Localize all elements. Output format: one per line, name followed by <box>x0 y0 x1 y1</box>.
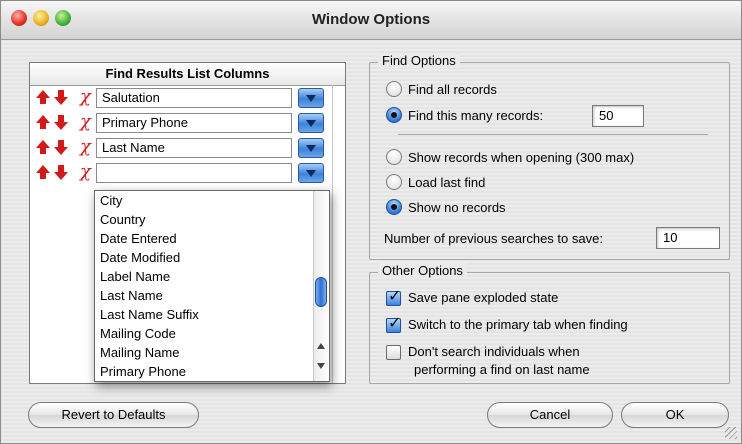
prev-searches-label: Number of previous searches to save: <box>384 231 603 246</box>
window-title: Window Options <box>311 11 431 28</box>
move-down-arrow-icon[interactable] <box>54 115 68 130</box>
find-all-label: Find all records <box>408 82 497 97</box>
revert-to-defaults-button[interactable]: Revert to Defaults <box>28 402 199 428</box>
remove-x-icon[interactable]: χ <box>80 136 91 157</box>
dropdown-item[interactable]: City <box>100 191 122 210</box>
column-row: χ <box>32 161 332 184</box>
dropdown-item[interactable]: Last Name <box>100 286 163 305</box>
move-down-arrow-icon[interactable] <box>54 90 68 105</box>
switch-tab-label: Switch to the primary tab when finding <box>408 317 628 332</box>
other-options-title: Other Options <box>378 263 467 278</box>
prev-searches-input[interactable]: 10 <box>656 227 720 249</box>
move-up-arrow-icon[interactable] <box>36 115 50 129</box>
dont-search-checkbox[interactable] <box>386 345 401 360</box>
remove-x-icon[interactable]: χ <box>80 111 91 132</box>
switch-tab-checkbox[interactable] <box>386 314 401 334</box>
cancel-button[interactable]: Cancel <box>487 402 613 428</box>
dont-search-option[interactable]: Don't search individuals when performing… <box>386 343 706 381</box>
dropdown-item[interactable]: Date Entered <box>100 229 177 248</box>
show-opening-option[interactable]: Show records when opening (300 max) <box>386 148 716 168</box>
find-options-group: Find Options Find all records Find this … <box>369 53 730 260</box>
move-up-arrow-icon[interactable] <box>36 90 50 104</box>
dont-search-label-line2: performing a find on last name <box>414 362 590 377</box>
switch-tab-option[interactable]: Switch to the primary tab when finding <box>386 314 726 336</box>
load-last-option[interactable]: Load last find <box>386 173 686 193</box>
remove-x-icon[interactable]: χ <box>80 161 91 182</box>
dropdown-item[interactable]: Primary Phone <box>100 362 186 381</box>
column-field[interactable]: Last Name <box>96 138 292 158</box>
column-choice-dropdown[interactable]: City Country Date Entered Date Modified … <box>94 190 330 382</box>
title-bar[interactable]: Window Options <box>1 1 741 40</box>
save-pane-label: Save pane exploded state <box>408 290 559 305</box>
find-many-count-input[interactable]: 50 <box>592 105 644 127</box>
move-down-arrow-icon[interactable] <box>54 140 68 155</box>
find-all-option[interactable]: Find all records <box>386 80 686 100</box>
move-up-arrow-icon[interactable] <box>36 140 50 154</box>
popup-arrow-icon[interactable] <box>298 113 324 133</box>
show-none-label: Show no records <box>408 200 506 215</box>
column-field[interactable] <box>96 163 292 183</box>
dropdown-item[interactable]: Country <box>100 210 146 229</box>
show-none-option[interactable]: Show no records <box>386 198 686 218</box>
show-none-radio[interactable] <box>386 199 402 215</box>
ok-button[interactable]: OK <box>621 402 729 428</box>
dont-search-label-line1: Don't search individuals when <box>408 344 580 359</box>
column-field[interactable]: Salutation <box>96 88 292 108</box>
dropdown-item[interactable]: Label Name <box>100 267 170 286</box>
popup-arrow-icon[interactable] <box>298 88 324 108</box>
show-opening-radio[interactable] <box>386 149 402 165</box>
popup-arrow-icon[interactable] <box>298 163 324 183</box>
window-options-dialog: Window Options Find Results List Columns… <box>0 0 742 444</box>
load-last-label: Load last find <box>408 175 486 190</box>
dropdown-item[interactable]: Last Name Suffix <box>100 305 199 324</box>
other-options-group: Other Options Save pane exploded state S… <box>369 263 730 384</box>
dropdown-item[interactable]: Mailing Code <box>100 324 176 343</box>
options-divider <box>398 134 708 135</box>
scrollbar-thumb[interactable] <box>315 277 327 307</box>
save-pane-option[interactable]: Save pane exploded state <box>386 287 706 309</box>
remove-x-icon[interactable]: χ <box>80 86 91 107</box>
column-field[interactable]: Primary Phone <box>96 113 292 133</box>
move-up-arrow-icon[interactable] <box>36 165 50 179</box>
column-row: χ Last Name <box>32 136 332 159</box>
find-many-radio[interactable] <box>386 107 402 123</box>
find-all-radio[interactable] <box>386 81 402 97</box>
find-many-label: Find this many records: <box>408 108 544 123</box>
column-row: χ Salutation <box>32 86 332 109</box>
scroll-up-arrow-icon[interactable] <box>317 343 325 349</box>
resize-grip-icon[interactable] <box>725 427 737 439</box>
show-opening-label: Show records when opening (300 max) <box>408 150 635 165</box>
column-row: χ Primary Phone <box>32 111 332 134</box>
popup-arrow-icon[interactable] <box>298 138 324 158</box>
columns-list-header: Find Results List Columns <box>30 63 345 86</box>
list-column-divider <box>332 85 333 383</box>
scroll-down-arrow-icon[interactable] <box>317 363 325 369</box>
load-last-radio[interactable] <box>386 174 402 190</box>
dropdown-item[interactable]: Date Modified <box>100 248 180 267</box>
dropdown-scrollbar[interactable] <box>313 191 329 381</box>
save-pane-checkbox[interactable] <box>386 287 401 307</box>
move-down-arrow-icon[interactable] <box>54 165 68 180</box>
dropdown-item[interactable]: Mailing Name <box>100 343 179 362</box>
find-options-title: Find Options <box>378 53 460 68</box>
